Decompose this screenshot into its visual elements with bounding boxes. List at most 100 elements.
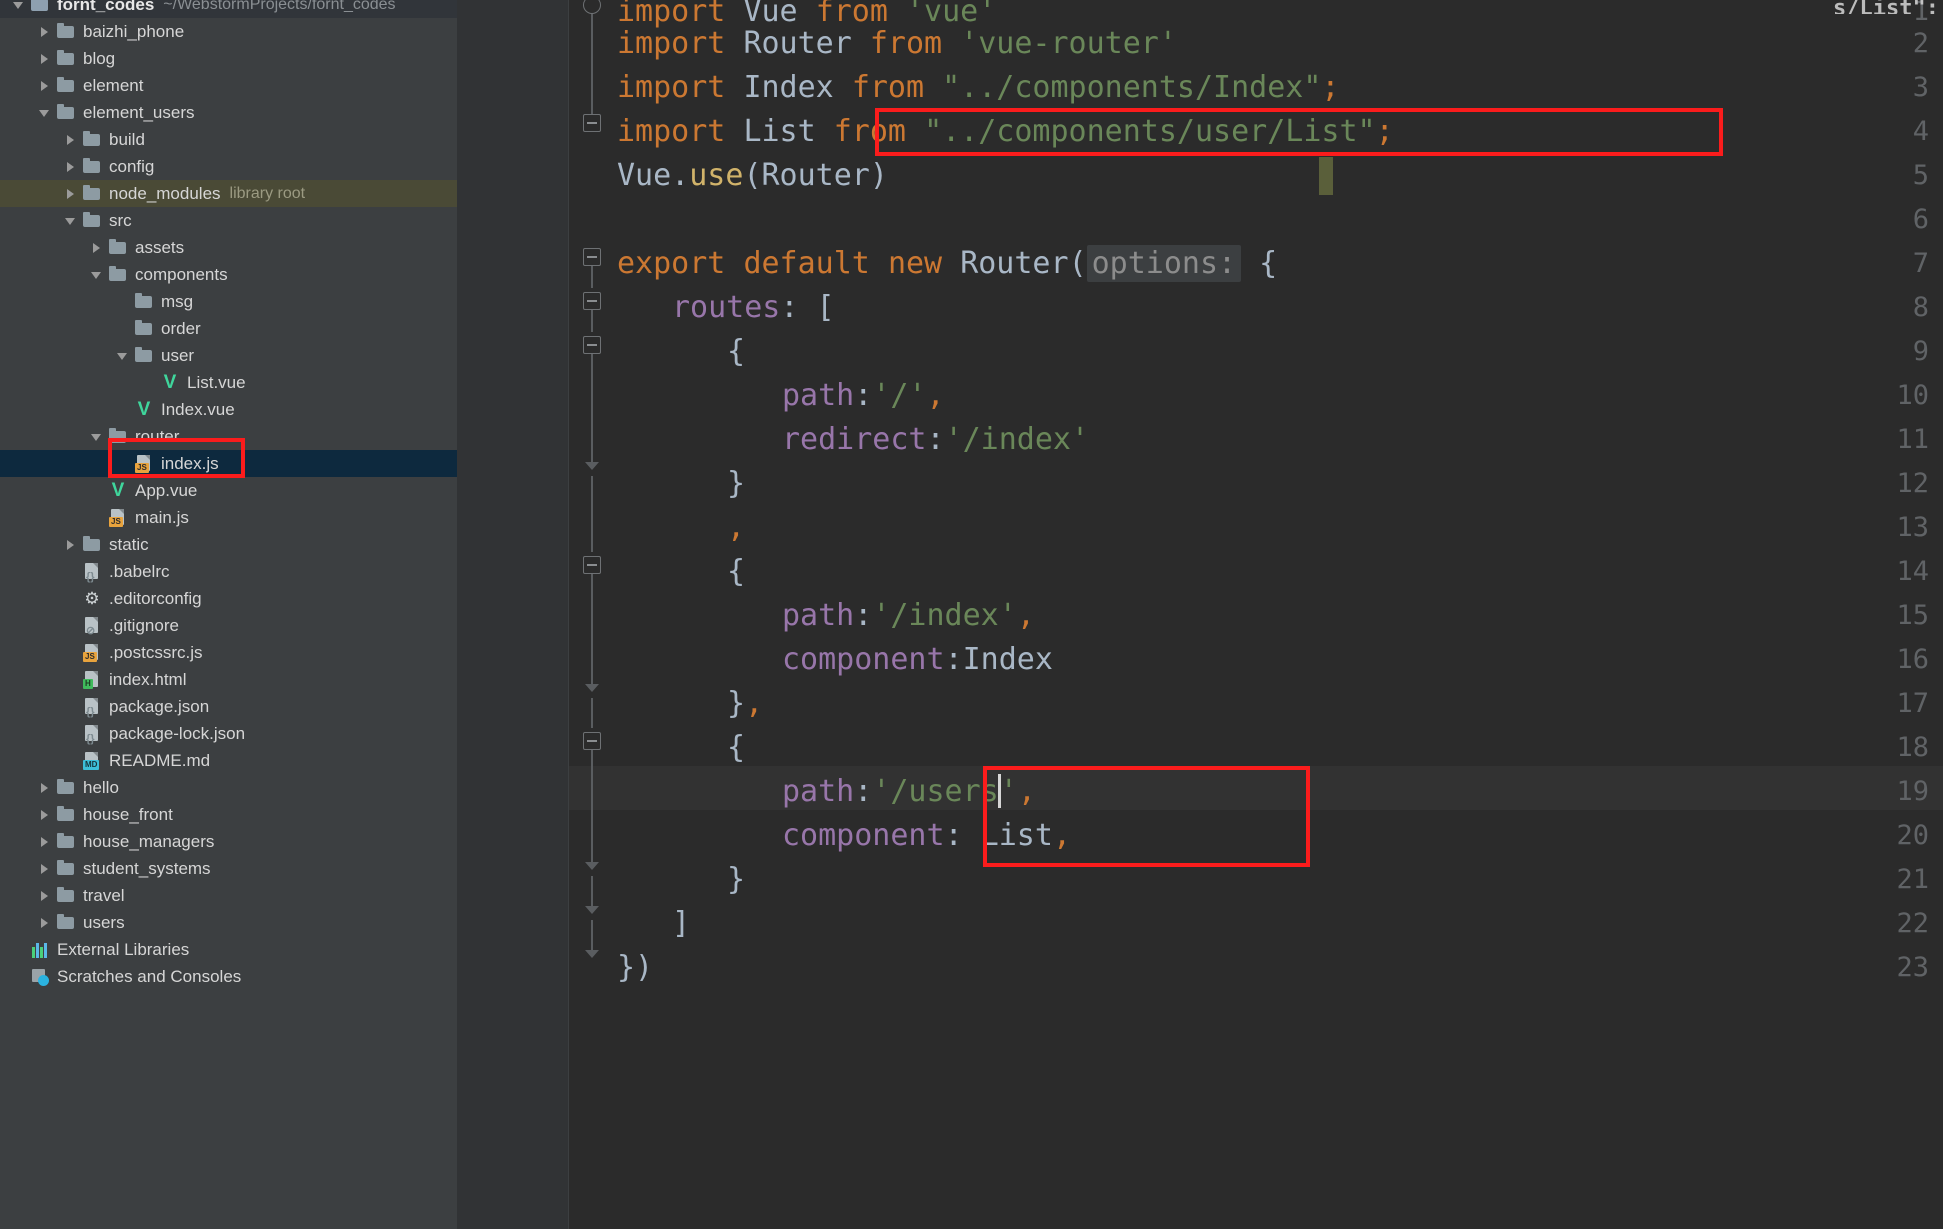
code-line[interactable]: path:'/index', (782, 594, 1035, 638)
chevron-right-icon[interactable] (38, 781, 52, 795)
chevron-down-icon[interactable] (38, 106, 52, 120)
code-line[interactable]: routes: [ (672, 286, 835, 330)
ignore-badge: ⊘ (84, 626, 97, 636)
code-line[interactable]: component:Index (782, 638, 1053, 682)
tree-item-src[interactable]: src (0, 207, 457, 234)
tree-item-postcssrc-js[interactable]: JS.postcssrc.js (0, 639, 457, 666)
code-line[interactable]: ] (672, 902, 690, 946)
chevron-right-icon[interactable] (38, 25, 52, 39)
chevron-right-icon[interactable] (38, 889, 52, 903)
tree-item-config[interactable]: config (0, 153, 457, 180)
code-line[interactable]: import Index from "../components/Index"; (617, 66, 1339, 110)
chevron-right-icon[interactable] (90, 241, 104, 255)
fold-end-marker[interactable] (585, 950, 599, 958)
fold-marker[interactable] (583, 0, 601, 14)
code-token: path (782, 378, 854, 413)
tree-item-readme-md[interactable]: MDREADME.md (0, 747, 457, 774)
tree-item-index-html[interactable]: Hindex.html (0, 666, 457, 693)
fold-end-marker[interactable] (585, 906, 599, 914)
tree-item-package-lock-json[interactable]: {}package-lock.json (0, 720, 457, 747)
code-line[interactable]: { (727, 550, 745, 594)
tree-item-index-js[interactable]: JSindex.js (0, 450, 457, 477)
tree-item-blog[interactable]: blog (0, 45, 457, 72)
chevron-right-icon[interactable] (64, 187, 78, 201)
chevron-right-icon[interactable] (38, 79, 52, 93)
tree-item-label: .babelrc (109, 562, 169, 582)
tree-item-order[interactable]: order (0, 315, 457, 342)
code-line[interactable]: Vue.use(Router) (617, 154, 888, 198)
chevron-down-icon[interactable] (116, 349, 130, 363)
code-line[interactable]: , (727, 506, 745, 550)
tree-item-static[interactable]: static (0, 531, 457, 558)
tree-item-babelrc[interactable]: {}.babelrc (0, 558, 457, 585)
code-line[interactable]: { (727, 726, 745, 770)
chevron-down-icon[interactable] (90, 268, 104, 282)
chevron-right-icon[interactable] (64, 160, 78, 174)
tree-item-components[interactable]: components (0, 261, 457, 288)
fold-marker[interactable] (583, 732, 601, 750)
chevron-right-icon[interactable] (38, 835, 52, 849)
tree-item-users[interactable]: users (0, 909, 457, 936)
tree-item-element-users[interactable]: element_users (0, 99, 457, 126)
fold-end-marker[interactable] (585, 462, 599, 470)
tree-item-app-vue[interactable]: VApp.vue (0, 477, 457, 504)
tree-item-student-systems[interactable]: student_systems (0, 855, 457, 882)
tree-item-external-libraries[interactable]: External Libraries (0, 936, 457, 963)
code-line[interactable]: } (727, 462, 745, 506)
tree-item-editorconfig[interactable]: ⚙.editorconfig (0, 585, 457, 612)
fold-marker[interactable] (583, 292, 601, 310)
chevron-right-icon[interactable] (64, 133, 78, 147)
code-line[interactable]: path:'/', (782, 374, 945, 418)
code-line[interactable]: } (727, 858, 745, 902)
tree-item-main-js[interactable]: JSmain.js (0, 504, 457, 531)
code-line[interactable]: import List from "../components/user/Lis… (617, 110, 1394, 154)
fold-marker[interactable] (583, 336, 601, 354)
tree-item-router[interactable]: router (0, 423, 457, 450)
fold-end-marker[interactable] (585, 684, 599, 692)
fold-marker[interactable] (583, 248, 601, 266)
tree-root-row[interactable]: fornt_codes ~/WebstormProjects/fornt_cod… (0, 0, 457, 18)
fold-marker[interactable] (583, 556, 601, 574)
code-line[interactable]: component: List, (782, 814, 1071, 858)
chevron-down-icon[interactable] (90, 430, 104, 444)
tree-item-scratches-and-consoles[interactable]: Scratches and Consoles (0, 963, 457, 990)
tree-item-msg[interactable]: msg (0, 288, 457, 315)
code-line[interactable]: }, (727, 682, 763, 726)
code-token (870, 246, 888, 281)
code-line[interactable]: export default new Router(options: { (617, 242, 1277, 286)
tree-item-house-front[interactable]: house_front (0, 801, 457, 828)
chevron-right-icon[interactable] (38, 52, 52, 66)
code-line[interactable]: }) (617, 946, 653, 990)
code-line[interactable]: import Router from 'vue-router' (617, 22, 1177, 66)
code-line[interactable]: redirect:'/index' (782, 418, 1089, 462)
line-number: 18 (1829, 726, 1929, 770)
project-tree-panel[interactable]: fornt_codes ~/WebstormProjects/fornt_cod… (0, 0, 457, 1229)
tree-item-user[interactable]: user (0, 342, 457, 369)
chevron-right-icon[interactable] (38, 808, 52, 822)
tree-item-element[interactable]: element (0, 72, 457, 99)
tree-item-hello[interactable]: hello (0, 774, 457, 801)
json-badge: {} (84, 734, 97, 744)
chevron-down-icon[interactable] (64, 214, 78, 228)
editor-gutter[interactable] (457, 0, 569, 1229)
chevron-right-icon[interactable] (38, 862, 52, 876)
tree-item-build[interactable]: build (0, 126, 457, 153)
tree-item-list-vue[interactable]: VList.vue (0, 369, 457, 396)
code-editor[interactable]: 1234567891011121314151617181920212223 im… (457, 0, 1943, 1229)
code-line[interactable]: { (727, 330, 745, 374)
tree-item-assets[interactable]: assets (0, 234, 457, 261)
code-token: ] (672, 906, 690, 941)
chevron-down-icon[interactable] (12, 0, 26, 12)
tree-item-index-vue[interactable]: VIndex.vue (0, 396, 457, 423)
tree-item-house-managers[interactable]: house_managers (0, 828, 457, 855)
tree-item-package-json[interactable]: {}package.json (0, 693, 457, 720)
fold-end-marker[interactable] (585, 862, 599, 870)
tree-item-baizhi-phone[interactable]: baizhi_phone (0, 18, 457, 45)
code-line[interactable]: path:'/users', (782, 770, 1036, 814)
tree-item-gitignore[interactable]: ⊘.gitignore (0, 612, 457, 639)
chevron-right-icon[interactable] (38, 916, 52, 930)
tree-item-node-modules[interactable]: node_moduleslibrary root (0, 180, 457, 207)
fold-marker[interactable] (583, 114, 601, 132)
chevron-right-icon[interactable] (64, 538, 78, 552)
tree-item-travel[interactable]: travel (0, 882, 457, 909)
